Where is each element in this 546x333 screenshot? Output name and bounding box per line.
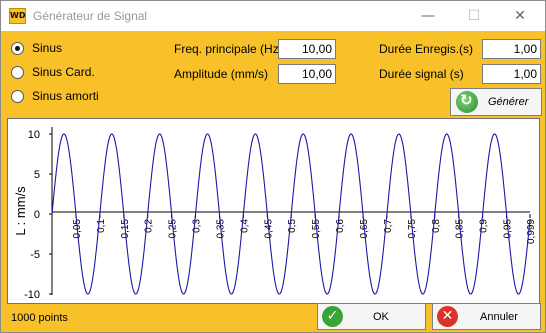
amplitude-label: Amplitude (mm/s) [174, 67, 269, 81]
y-tick-label: 10 [28, 129, 40, 141]
x-tick-label: 0,2 [144, 219, 155, 233]
x-tick-label: 0,5 [287, 219, 298, 233]
radio-sinus-indicator[interactable] [11, 41, 24, 55]
chart-svg: L : mm/s 10 5 0 -5 -10 0,05 0,1 0,15 0,2 0,25 0,3… [13, 127, 537, 301]
app-icon: WD [9, 8, 26, 24]
sine-curve [51, 133, 531, 295]
radio-sinus-amorti-indicator[interactable] [11, 89, 24, 103]
close-button[interactable]: ✕ [497, 1, 543, 31]
y-tick-label: -5 [30, 249, 40, 261]
y-tick-label: 0 [34, 209, 40, 221]
x-tick-label: 0,9 [479, 219, 490, 233]
y-axis-label-group: L : mm/s [13, 186, 28, 236]
generate-button[interactable]: Générer [450, 88, 542, 116]
window-title: Générateur de Signal [33, 9, 148, 23]
freq-label: Freq. principale (Hz) [174, 42, 283, 56]
radio-sinus-amorti-label: Sinus amorti [32, 89, 99, 103]
cancel-button[interactable]: ✕ Annuler [432, 303, 541, 330]
y-tick-label: -10 [24, 289, 40, 301]
x-tick-label: 0,7 [383, 219, 394, 233]
generate-button-label: Générer [488, 96, 529, 108]
check-icon: ✓ [322, 306, 343, 327]
radio-sinus-card-indicator[interactable] [11, 65, 24, 79]
maximize-button[interactable]: ☐ [451, 1, 497, 31]
radio-sinus-label: Sinus [32, 41, 63, 55]
x-tick-label: 0,4 [239, 219, 250, 233]
y-tick-label: 5 [34, 169, 40, 181]
record-duration-label: Durée Enregis.(s) [379, 42, 474, 56]
y-axis-label: L : mm/s [13, 186, 28, 236]
radio-sinus-amorti[interactable]: Sinus amorti [11, 88, 99, 104]
cancel-button-label: Annuler [480, 310, 518, 323]
radio-sinus[interactable]: Sinus [11, 40, 62, 56]
ok-button[interactable]: ✓ OK [317, 303, 426, 330]
radio-sinus-card-label: Sinus Card. [32, 65, 95, 79]
freq-input[interactable] [278, 39, 336, 59]
x-tick-label: 0,1 [96, 219, 107, 233]
amplitude-input[interactable] [278, 64, 336, 84]
point-count-status: 1000 points [11, 312, 68, 324]
x-tick-label: 0,6 [335, 219, 346, 233]
signal-duration-input[interactable] [482, 64, 541, 84]
signal-duration-label: Durée signal (s) [379, 67, 464, 81]
refresh-icon [456, 91, 478, 113]
radio-sinus-card[interactable]: Sinus Card. [11, 64, 95, 80]
x-tick-label: 0,3 [192, 219, 203, 233]
signal-chart: L : mm/s 10 5 0 -5 -10 0,05 0,1 0,15 0,2 0,25 0,3… [7, 118, 540, 304]
cancel-x-icon: ✕ [437, 306, 458, 327]
title-bar: WD Générateur de Signal — ☐ ✕ [1, 1, 545, 31]
minimize-button[interactable]: — [405, 1, 451, 31]
signal-generator-window: WD Générateur de Signal — ☐ ✕ Sinus Sinu… [0, 0, 546, 333]
x-ticks: 0,05 0,1 0,15 0,2 0,25 0,3 0,35 0,4 0,45 0,5 0,55 0… [72, 214, 537, 244]
record-duration-input[interactable] [482, 39, 541, 59]
ok-button-label: OK [373, 310, 389, 323]
y-ticks: 10 5 0 -5 -10 [24, 129, 52, 301]
x-tick-label: 0,8 [431, 219, 442, 233]
